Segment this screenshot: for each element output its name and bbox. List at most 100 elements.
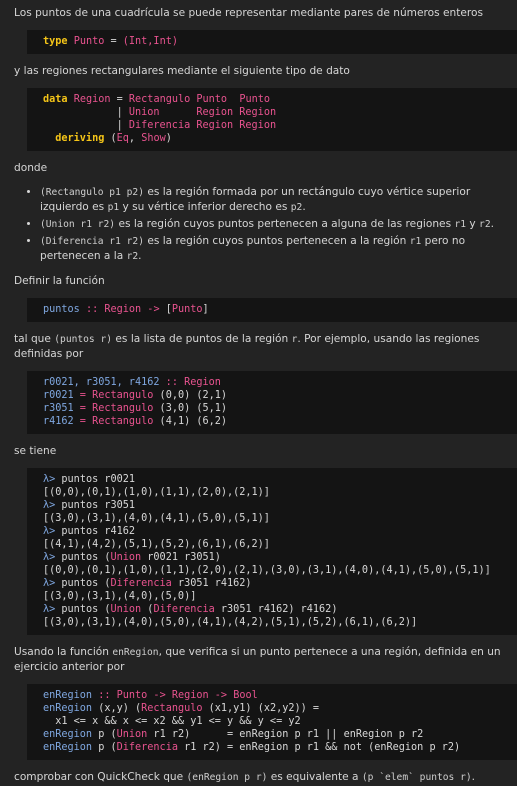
- inline-code: r1: [454, 219, 467, 230]
- repl-query: r0021 r3051): [141, 552, 221, 563]
- keyword: data: [43, 94, 68, 105]
- repl-query: puntos (: [55, 604, 111, 615]
- code-sig: ::: [79, 304, 105, 315]
- code-text: (4,1) (6,2): [153, 416, 228, 427]
- code-text: (x,y) (: [92, 703, 142, 714]
- type-name: Bool: [233, 690, 258, 701]
- code-text: (3,0) (5,1): [153, 403, 228, 414]
- paragraph-se-tiene: se tiene: [14, 445, 57, 457]
- repl-query: puntos r0021: [55, 474, 136, 485]
- inline-code: p1: [107, 202, 120, 213]
- constructor: Union: [110, 552, 142, 563]
- code-text: p (: [92, 742, 117, 753]
- list-text: y su vértice inferior derecho es: [119, 201, 291, 213]
- constructor: Union: [128, 107, 191, 118]
- text: comprobar con QuickCheck que: [14, 771, 187, 783]
- text: tal que: [14, 333, 55, 345]
- constructor: Rectangulo: [128, 94, 191, 105]
- function-name: enRegion: [43, 742, 93, 753]
- type-name: Region: [73, 94, 111, 105]
- repl-result: [(4,1),(4,2),(5,1),(5,2),(6,1),(6,2)]: [43, 539, 270, 550]
- repl-query: puntos r4162: [55, 526, 136, 537]
- repl-query: r3051 r4162): [171, 578, 252, 589]
- repl-result: [(3,0),(3,1),(4,0),(5,0)]: [43, 591, 197, 602]
- code-bar: |: [43, 107, 129, 118]
- list-text: es la región cuyos puntos pertenecen a l…: [143, 235, 410, 247]
- inline-code: p2: [290, 202, 303, 213]
- inline-code: (Rectangulo p1 p2): [40, 187, 144, 198]
- function-name: puntos: [43, 304, 80, 315]
- constructor: Rectangulo: [141, 703, 203, 714]
- type-rhs: (Int,Int): [122, 36, 178, 47]
- repl-result: [(3,0),(3,1),(4,0),(4,1),(5,0),(5,1)]: [43, 513, 270, 524]
- code-block-puntos-sig: puntos :: Region -> [Punto]: [27, 298, 517, 322]
- function-name: enRegion: [43, 703, 93, 714]
- text: Usando la función: [14, 646, 113, 658]
- code-name: r3051: [43, 403, 74, 414]
- code-sig: ::: [92, 690, 117, 701]
- paragraph-usando: Usando la función enRegion, que verifica…: [14, 645, 507, 674]
- repl-query: (: [141, 604, 154, 615]
- list-item: (Rectangulo p1 p2) es la región formada …: [40, 185, 517, 215]
- code-block-examples: λ> puntos r0021 [(0,0),(0,1),(1,0),(1,1)…: [27, 468, 517, 635]
- list-item: (Union r1 r2) es la región cuyos puntos …: [40, 217, 517, 232]
- constructor: Diferencia: [116, 742, 178, 753]
- intro-paragraph: Los puntos de una cuadrícula se puede re…: [14, 7, 484, 19]
- type-name: Region: [184, 377, 221, 388]
- repl-query: r3051 r4162) r4162): [214, 604, 338, 615]
- code-eq: =: [104, 36, 123, 47]
- repl-prompt: λ>: [43, 500, 56, 511]
- inline-code: r2: [126, 251, 139, 262]
- code-eq: =: [73, 416, 93, 427]
- class-name: Show: [141, 133, 166, 144]
- code-text: ): [165, 133, 172, 144]
- type-name: Punto: [171, 304, 203, 315]
- paragraph-tal-que: tal que (puntos r) es la lista de puntos…: [14, 332, 507, 361]
- constructor: Diferencia: [110, 578, 172, 589]
- code-arrow: ->: [208, 690, 234, 701]
- paragraph-definir: Definir la función: [14, 275, 105, 287]
- code-eq: =: [73, 390, 93, 401]
- inline-code: (Diferencia r1 r2): [40, 236, 144, 247]
- code-block-type-punto: type Punto = (Int,Int): [27, 30, 517, 54]
- code-eq: =: [73, 403, 93, 414]
- inline-code: (p `elem` puntos r): [361, 772, 472, 783]
- code-text: r1 r2) = enRegion p r1 && not (enRegion …: [177, 742, 461, 753]
- type-name: Punto: [73, 36, 105, 47]
- code-block-regions: r0021, r3051, r4162 :: Region r0021 = Re…: [27, 371, 517, 434]
- repl-query: puntos (: [55, 578, 111, 589]
- repl-result: [(0,0),(0,1),(1,0),(1,1),(2,0),(2,1),(3,…: [43, 565, 491, 576]
- code-text: p (: [92, 729, 117, 740]
- inline-code: (enRegion p r): [186, 772, 268, 783]
- paragraph-comprobar: comprobar con QuickCheck que (enRegion p…: [14, 770, 507, 785]
- list-item: (Diferencia r1 r2) es la región cuyos pu…: [40, 234, 517, 264]
- repl-prompt: λ>: [43, 526, 56, 537]
- repl-prompt: λ>: [43, 578, 56, 589]
- repl-prompt: λ>: [43, 552, 56, 563]
- code-text: (0,0) (2,1): [153, 390, 228, 401]
- function-name: enRegion: [43, 729, 93, 740]
- type-name: Punto: [116, 690, 148, 701]
- list-text: .: [302, 201, 306, 213]
- code-name: r4162: [43, 416, 74, 427]
- code-text: (: [104, 133, 117, 144]
- code-names: r0021, r3051, r4162: [43, 377, 160, 388]
- code-sig: ::: [159, 377, 185, 388]
- constructor: Diferencia: [153, 604, 215, 615]
- constructor-args: Punto Punto: [190, 94, 270, 105]
- type-name: Region: [104, 304, 142, 315]
- code-text: ]: [202, 304, 209, 315]
- text: es equivalente a: [267, 771, 362, 783]
- text: es la lista de puntos de la región: [112, 333, 292, 345]
- code-block-enregion: enRegion :: Punto -> Region -> Bool enRe…: [27, 684, 517, 760]
- repl-prompt: λ>: [43, 474, 56, 485]
- code-name: r0021: [43, 390, 74, 401]
- list-text: y: [466, 218, 480, 230]
- paragraph-donde: donde: [14, 162, 48, 174]
- code-text: r1 r2) = enRegion p r1 || enRegion p r2: [147, 729, 424, 740]
- repl-query: puntos (: [55, 552, 111, 563]
- code-bar: |: [43, 120, 129, 131]
- list-text: .: [490, 218, 494, 230]
- function-name: enRegion: [43, 690, 93, 701]
- constructor-args: Region Region: [190, 107, 277, 118]
